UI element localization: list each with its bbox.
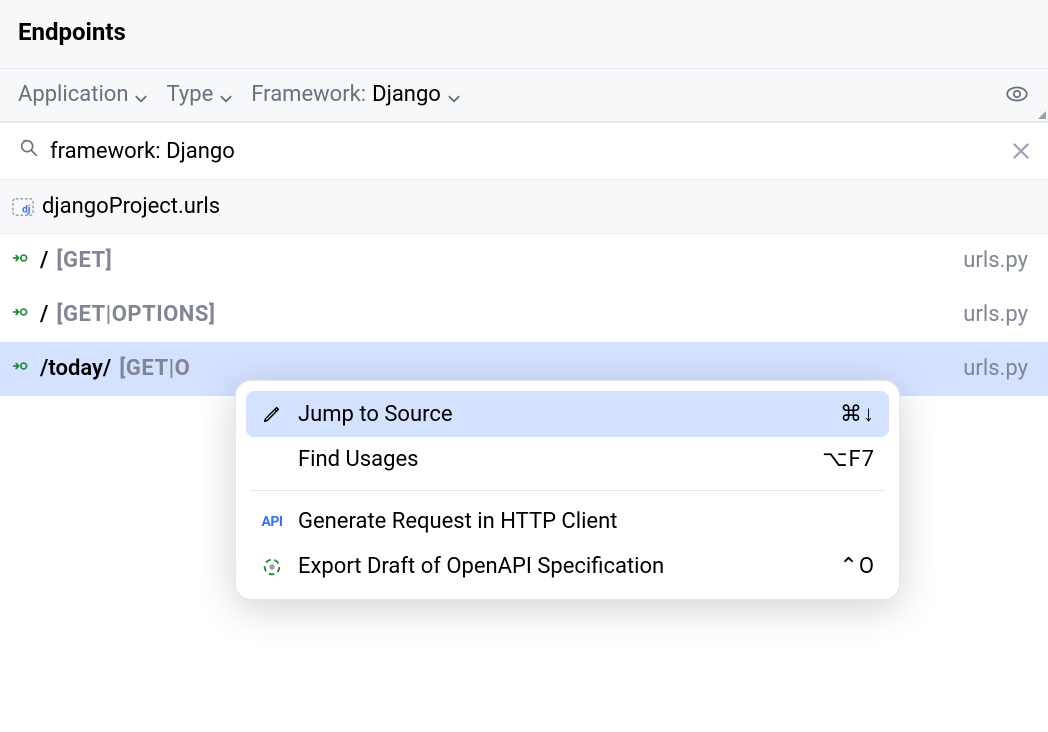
context-menu-label: Jump to Source [298,402,826,427]
endpoint-row[interactable]: / [GET] urls.py [0,234,1048,288]
context-menu-item-find-usages[interactable]: Find Usages ⌥F7 [246,437,889,482]
endpoint-methods: [GET|OPTIONS] [56,302,215,327]
api-icon: API [260,510,284,534]
chevron-down-icon [447,87,461,101]
filter-type[interactable]: Type [166,82,233,107]
route-icon [12,305,32,325]
preview-toggle[interactable] [1004,81,1030,107]
search-icon[interactable] [18,137,40,165]
section-header[interactable]: dj djangoProject.urls [0,180,1048,234]
endpoint-row[interactable]: / [GET|OPTIONS] urls.py [0,288,1048,342]
eye-icon [1004,81,1030,107]
context-menu-item-export-openapi[interactable]: Export Draft of OpenAPI Specification ⌃O [246,544,889,589]
route-icon [12,359,32,379]
endpoint-file: urls.py [963,302,1036,327]
context-menu-separator [250,490,885,491]
openapi-icon [260,555,284,579]
clear-search-button[interactable] [1012,142,1030,160]
filter-framework-label: Framework: [251,82,366,107]
context-menu-shortcut: ⌘↓ [840,401,875,427]
section-title: djangoProject.urls [42,194,220,219]
filter-application-label: Application [18,82,128,107]
filter-framework[interactable]: Framework: Django [251,82,461,107]
chevron-down-icon [219,87,233,101]
django-file-icon: dj [12,196,34,218]
route-icon [12,251,32,271]
filter-bar: Application Type Framework: Django [0,68,1048,122]
search-input[interactable] [50,139,1002,164]
resize-grip-icon [1038,111,1046,119]
close-icon [1013,143,1029,159]
context-menu-shortcut: ⌥F7 [822,447,875,472]
endpoint-file: urls.py [963,248,1036,273]
chevron-down-icon [134,87,148,101]
context-menu-label: Find Usages [298,447,808,472]
endpoint-path: / [40,302,48,327]
endpoint-methods: [GET|O [119,356,190,381]
search-row [0,123,1048,180]
endpoint-methods: [GET] [56,248,112,273]
filter-application[interactable]: Application [18,82,148,107]
endpoint-file: urls.py [963,356,1036,381]
context-menu-label: Generate Request in HTTP Client [298,509,861,534]
filter-type-label: Type [166,82,213,107]
context-menu-item-jump-to-source[interactable]: Jump to Source ⌘↓ [246,391,889,437]
context-menu-item-generate-request[interactable]: API Generate Request in HTTP Client [246,499,889,544]
context-menu-shortcut: ⌃O [839,554,875,579]
context-menu-label: Export Draft of OpenAPI Specification [298,554,825,579]
filter-framework-value: Django [372,82,441,107]
pencil-icon [260,402,284,426]
endpoint-path: / [40,248,48,273]
svg-text:dj: dj [22,204,31,215]
panel-title: Endpoints [0,0,1048,68]
endpoint-path: /today/ [40,356,111,381]
context-menu: Jump to Source ⌘↓ Find Usages ⌥F7 API Ge… [235,380,900,600]
